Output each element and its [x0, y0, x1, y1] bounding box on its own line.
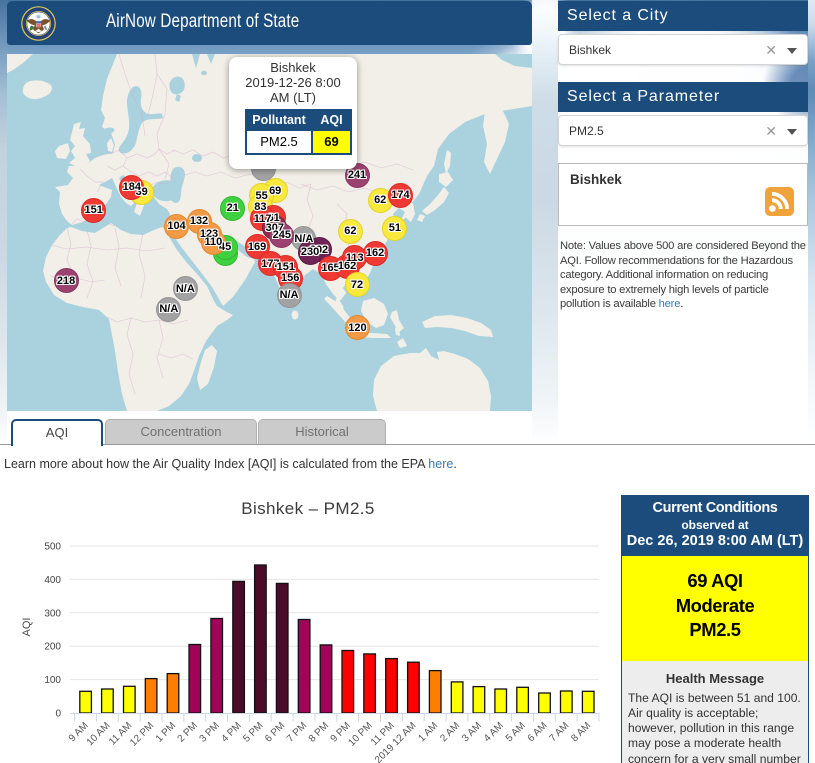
svg-text:12 PM: 12 PM: [128, 720, 156, 748]
svg-text:1 PM: 1 PM: [154, 720, 178, 744]
svg-text:400: 400: [44, 575, 61, 586]
svg-text:5 PM: 5 PM: [241, 720, 265, 744]
svg-text:10 PM: 10 PM: [347, 720, 375, 748]
svg-text:300: 300: [44, 608, 61, 619]
svg-text:1 AM: 1 AM: [416, 720, 440, 744]
svg-text:200: 200: [44, 642, 61, 653]
svg-text:10 AM: 10 AM: [85, 720, 113, 748]
svg-text:3 PM: 3 PM: [198, 720, 222, 744]
svg-text:6 AM: 6 AM: [526, 720, 550, 744]
svg-text:100: 100: [44, 675, 61, 686]
svg-text:8 AM: 8 AM: [569, 720, 593, 744]
svg-text:AQI: AQI: [21, 618, 33, 637]
svg-text:4 AM: 4 AM: [482, 720, 506, 744]
svg-text:2 AM: 2 AM: [438, 720, 462, 744]
svg-text:7 PM: 7 PM: [285, 720, 309, 744]
svg-text:7 AM: 7 AM: [548, 720, 572, 744]
svg-text:2 PM: 2 PM: [176, 720, 200, 744]
svg-text:500: 500: [44, 542, 61, 553]
svg-text:6 PM: 6 PM: [263, 720, 287, 744]
svg-text:0: 0: [55, 709, 61, 720]
svg-text:5 AM: 5 AM: [504, 720, 528, 744]
svg-text:3 AM: 3 AM: [460, 720, 484, 744]
svg-text:8 PM: 8 PM: [307, 720, 331, 744]
svg-text:Bishkek – PM2.5: Bishkek – PM2.5: [241, 499, 375, 518]
svg-text:4 PM: 4 PM: [219, 720, 243, 744]
